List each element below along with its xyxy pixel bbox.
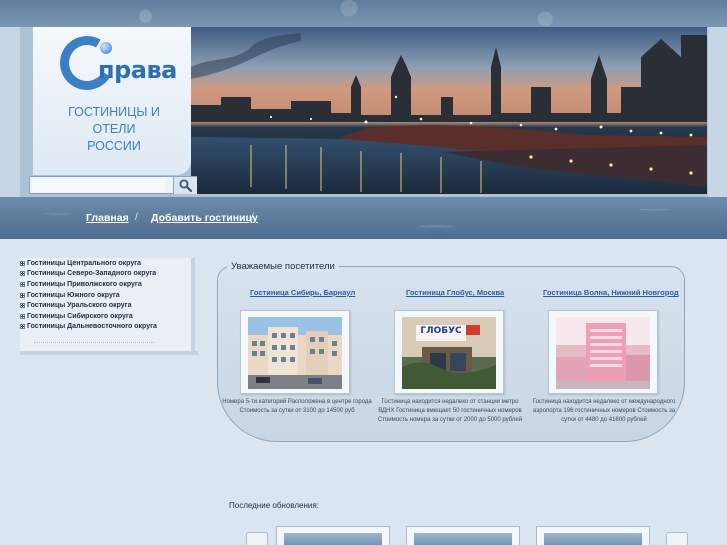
visitors-title: Уважаемые посетители xyxy=(227,261,339,272)
site-logo[interactable]: права xyxy=(53,29,178,97)
carousel-thumbnail[interactable] xyxy=(276,526,390,545)
sidebar-item-label: Гостиницы Северо-Западного округа xyxy=(27,270,157,277)
hotel-photo xyxy=(248,317,342,389)
hotel-link-sibir[interactable]: Гостиница Сибирь, Барнаул xyxy=(250,288,355,297)
hotel-thumbnail-globus[interactable]: ГЛОБУС xyxy=(394,310,504,394)
carousel-prev-button[interactable] xyxy=(246,532,268,545)
carousel-next-button[interactable] xyxy=(666,532,688,545)
search-button[interactable] xyxy=(173,177,197,194)
sidebar-item-label: Гостиницы Уральского округа xyxy=(27,302,132,309)
sidebar-item-label: Гостиницы Сибирского округа xyxy=(27,313,133,320)
hotel-description: Гостиница находится недалеко от станции … xyxy=(377,399,523,423)
search-box xyxy=(29,176,197,194)
carousel-thumbnail-image xyxy=(284,533,382,545)
hotel-building-image xyxy=(248,317,342,389)
sidebar-item-label: Гостиницы Центрального округа xyxy=(27,260,142,267)
hotel-thumbnail-volna[interactable] xyxy=(548,310,658,394)
nav-home-link[interactable]: Главная xyxy=(86,212,129,224)
logo-dot xyxy=(100,42,112,54)
plus-box-icon xyxy=(20,261,25,266)
hotel-thumbnail-sibir[interactable] xyxy=(240,310,350,394)
search-input[interactable] xyxy=(32,179,165,192)
plus-box-icon xyxy=(20,293,25,298)
hotel-photo xyxy=(556,317,650,389)
sidebar-item-ural[interactable]: Гостиницы Уральского округа xyxy=(20,302,131,309)
sidebar-item-label: Гостиницы Дальневосточного округа xyxy=(27,323,157,330)
header-photo xyxy=(191,27,707,194)
sidebar-item-label: Гостиницы Южного округа xyxy=(27,292,120,299)
site-title-line: РОССИИ xyxy=(87,139,141,153)
sidebar-item-label: Гостиницы Приволжского округа xyxy=(27,281,142,288)
plus-box-icon xyxy=(20,282,25,287)
site-title: ГОСТИНИЦЫ И ОТЕЛИ РОССИИ xyxy=(58,104,170,155)
hotel-description: Гостиница находится недалеко от междунар… xyxy=(532,399,676,423)
logo-text: права xyxy=(98,56,177,84)
moscow-kremlin-illustration xyxy=(191,27,707,194)
sidebar-item-far-east[interactable]: Гостиницы Дальневосточного округа xyxy=(20,323,157,330)
sidebar-divider xyxy=(34,342,154,343)
carousel-thumbnail-image xyxy=(414,533,512,545)
top-decorative-band xyxy=(0,0,727,27)
plus-box-icon xyxy=(20,271,25,276)
nav-separator: / xyxy=(251,212,254,223)
sidebar-item-south[interactable]: Гостиницы Южного округа xyxy=(20,292,120,299)
hotel-link-volna[interactable]: Гостиница Волна, Нижний Новгород xyxy=(543,288,679,297)
site-title-line: ГОСТИНИЦЫ И xyxy=(68,105,160,119)
carousel-thumbnail[interactable] xyxy=(406,526,520,545)
sidebar-item-central[interactable]: Гостиницы Центрального округа xyxy=(20,260,141,267)
carousel-thumbnail-image xyxy=(544,533,642,545)
nav-separator: / xyxy=(135,212,138,223)
hotel-photo: ГЛОБУС xyxy=(402,317,496,389)
plus-box-icon xyxy=(20,314,25,319)
hotel-building-image xyxy=(556,317,650,389)
sidebar-item-siberia[interactable]: Гостиницы Сибирского округа xyxy=(20,313,133,320)
search-icon xyxy=(179,179,192,192)
carousel-thumbnail[interactable] xyxy=(536,526,650,545)
hotel-sign-text: ГЛОБУС xyxy=(420,326,462,336)
plus-box-icon xyxy=(20,324,25,329)
hotel-description: Номера 5-ти категорий Расположена в цент… xyxy=(222,399,372,414)
plus-box-icon xyxy=(20,303,25,308)
hotel-link-globus[interactable]: Гостиница Глобус, Москва xyxy=(406,288,504,297)
site-title-line: ОТЕЛИ xyxy=(92,122,136,136)
sidebar-item-volga[interactable]: Гостиницы Приволжского округа xyxy=(20,281,142,288)
sidebar-item-northwest[interactable]: Гостиницы Северо-Западного округа xyxy=(20,270,156,277)
latest-updates-label: Последние обновления: xyxy=(229,501,319,510)
nav-add-hotel-link[interactable]: Добавить гостиницу xyxy=(151,212,258,224)
